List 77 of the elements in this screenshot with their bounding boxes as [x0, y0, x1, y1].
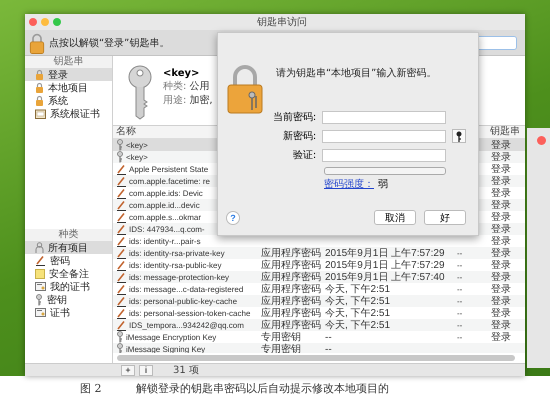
field-label: 新密码: [282, 130, 316, 143]
table-cell: ids: identity-rsa-private-key [129, 248, 225, 258]
table-cell: iMessage Signing Key [126, 344, 206, 353]
table-cell-text: 应用程序密码 [261, 258, 322, 272]
table-cell-text: 登录 [490, 283, 512, 296]
table-cell: IDS_tempora...934242@qq.com [129, 320, 244, 330]
table-cell-text: 登录 [490, 187, 512, 200]
table-cell: <key> [126, 152, 148, 162]
table-cell: com.apple.facetime: re [129, 176, 210, 186]
table-cell-text: 登录 [490, 199, 512, 212]
table-cell-text: 登录 [490, 259, 512, 272]
table-cell-text: 应用程序密码 [261, 294, 322, 308]
table-cell-text: 登录 [490, 331, 512, 344]
table-cell: ids: message...c-data-registered [129, 284, 244, 294]
table-cell-text: -- [457, 320, 464, 330]
table-cell: com.apple.s...okmar [129, 212, 202, 222]
table-cell-text: 登录 [490, 271, 512, 284]
lock-message: 点按以解锁“登录”钥匙串。 [49, 36, 170, 50]
table-cell-text: 应用程序密码 [261, 282, 322, 296]
table-cell-text: 专用密钥 [261, 330, 302, 344]
table-cell-text: 2015年9月1日 上午7:57:29 [325, 246, 446, 260]
window-title: 钥匙串访问 [257, 16, 307, 29]
table-cell: Apple Persistent State [129, 164, 208, 174]
item-name: <key> [163, 68, 200, 79]
table-cell-text: 应用程序密码 [261, 306, 322, 320]
table-cell-text: 登录 [490, 247, 512, 260]
table-cell: com.apple.ids: Devic [129, 188, 203, 198]
item-count: 31 项 [173, 364, 199, 377]
table-cell-text: 登录 [490, 151, 512, 164]
table-cell: ids: personal-public-key-cache [129, 296, 238, 306]
figure-caption: 解锁登录的钥匙串密码以后自动提示修改本地项目的 [136, 380, 389, 396]
table-cell-text: -- [457, 260, 464, 270]
table-cell-text: -- [457, 332, 464, 342]
table-cell-text: 2015年9月1日 上午7:57:29 [325, 258, 446, 272]
table-cell-text: 登录 [490, 307, 512, 320]
table-cell-text: 今天, 下午2:51 [325, 295, 392, 308]
table-cell-text: 2015年9月1日 上午7:57:40 [325, 270, 446, 284]
table-cell-text: 登录 [490, 211, 512, 224]
table-cell-text: -- [457, 308, 464, 318]
field-label: 当前密码: [272, 110, 316, 124]
table-cell: iMessage Encryption Key [126, 332, 216, 342]
table-cell: com.apple.id...devic [129, 200, 200, 210]
table-cell-text: 今天, 下午2:51 [325, 283, 392, 296]
table-cell: ids: identity-rsa-public-key [129, 260, 222, 270]
table-cell: ids: identity-r...pair-s [129, 236, 201, 246]
field-label: 种类: [163, 80, 186, 93]
field-value: 加密, [189, 94, 213, 107]
table-cell-text: 登录 [490, 175, 512, 188]
figure-number: 图 2 [80, 380, 102, 396]
table-cell-text: -- [457, 296, 464, 306]
strength-value: 弱 [378, 178, 388, 191]
dialog-message: 请为钥匙串“本地项目”输入新密码。 [276, 66, 436, 80]
table-cell-text: 登录 [490, 163, 512, 176]
table-cell-text: 应用程序密码 [261, 246, 322, 260]
table-cell-text: 登录 [490, 235, 512, 248]
table-cell: <key> [126, 140, 148, 150]
table-cell-text: 今天, 下午2:51 [325, 307, 392, 320]
table-cell-text: -- [457, 272, 464, 282]
section-heading: 钥匙串 [25, 56, 112, 68]
table-cell-text: 应用程序密码 [261, 318, 322, 332]
table-cell-text: 登录 [490, 295, 512, 308]
table-cell-text: -- [457, 284, 464, 294]
table-cell-text: 登录 [490, 319, 512, 332]
table-cell-text: -- [325, 344, 333, 353]
table-cell: IDS: 447934...q.com- [129, 224, 205, 234]
table-cell: ids: personal-session-token-cache [129, 308, 250, 318]
table-cell-text: 今天, 下午2:51 [325, 319, 392, 332]
table-cell-text: 应用程序密码 [261, 270, 322, 284]
table-cell: ids: message-protection-key [129, 272, 230, 282]
section-heading: 种类 [25, 229, 112, 241]
table-cell-text: 登录 [490, 223, 512, 236]
table-cell-text: 登录 [490, 139, 512, 152]
table-cell-text: -- [457, 248, 464, 258]
field-label: 用途: [163, 94, 186, 107]
table-cell-text: -- [325, 332, 333, 342]
field-value: 公用 [189, 80, 210, 93]
field-label: 验证: [292, 149, 316, 162]
